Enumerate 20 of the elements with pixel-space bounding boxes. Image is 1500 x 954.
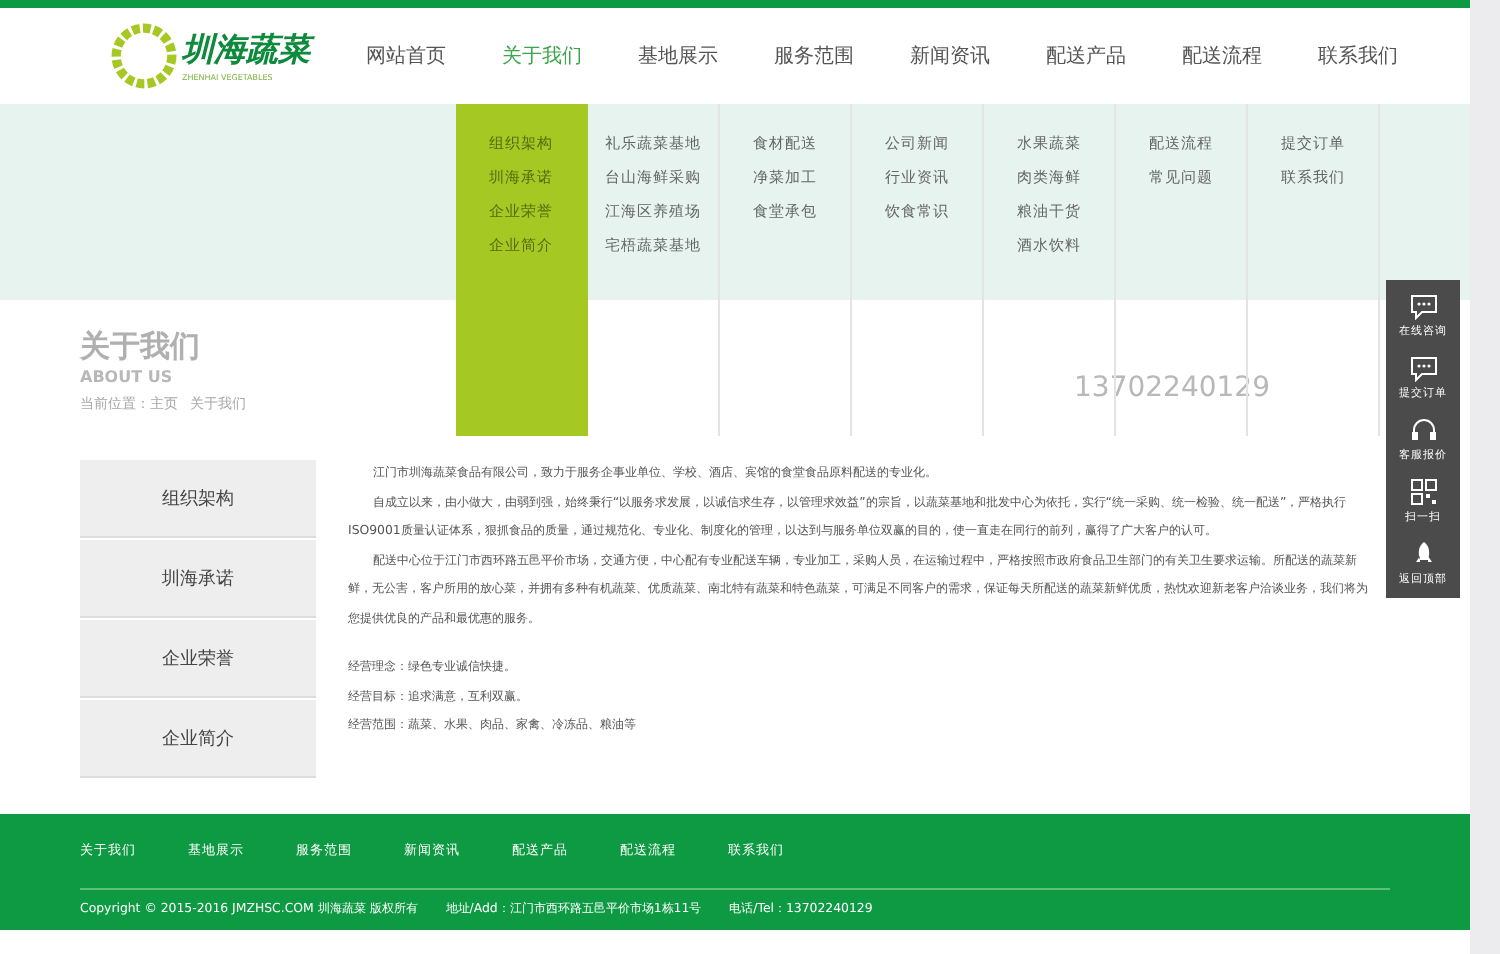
sidebar-item[interactable]: 企业简介	[80, 700, 316, 778]
chat-icon	[1409, 292, 1437, 320]
nav-link[interactable]: 关于我们	[474, 42, 610, 70]
page-title: 关于我们	[80, 328, 202, 366]
nav-link[interactable]: 新闻资讯	[882, 42, 1018, 70]
nav-link[interactable]: 联系我们	[1290, 42, 1426, 70]
headset-icon	[1409, 416, 1437, 444]
sidebar-item[interactable]: 组织架构	[80, 460, 316, 538]
nav-link[interactable]: 网站首页	[338, 42, 474, 70]
chat-icon	[1409, 354, 1437, 382]
nav-link[interactable]: 服务范围	[746, 42, 882, 70]
sidebar-item[interactable]: 圳海承诺	[80, 540, 316, 618]
sidebar-item[interactable]: 企业荣誉	[80, 620, 316, 698]
page-subtitle: ABOUT US	[80, 368, 175, 386]
nav-link[interactable]: 配送产品	[1018, 42, 1154, 70]
logo-wreath-icon	[110, 22, 178, 90]
nav-link[interactable]: 基地展示	[610, 42, 746, 70]
nav-link[interactable]: 配送流程	[1154, 42, 1290, 70]
qr-code-icon	[1409, 478, 1437, 506]
logo-name: 圳海蔬菜	[182, 30, 310, 72]
